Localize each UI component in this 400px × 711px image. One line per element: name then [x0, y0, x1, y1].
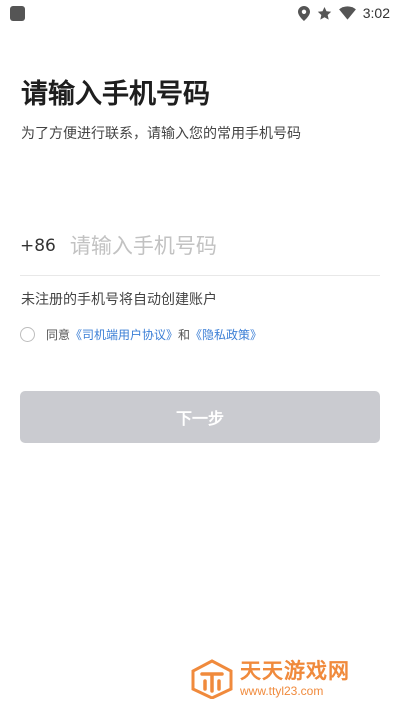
status-time: 3:02: [362, 5, 390, 21]
status-right: 3:02: [297, 5, 390, 21]
status-left: [10, 5, 25, 21]
driver-user-agreement-link[interactable]: 《司机端用户协议》: [70, 326, 178, 343]
status-bar: 3:02: [0, 0, 400, 26]
page-title: 请输入手机号码: [21, 79, 210, 110]
watermark-title: 天天游戏网: [240, 659, 350, 683]
next-step-button[interactable]: 下一步: [20, 391, 380, 443]
watermark-text: 天天游戏网 www.ttyl23.com: [240, 659, 350, 698]
site-watermark: 天天游戏网 www.ttyl23.com: [190, 656, 380, 702]
agreement-conjunction: 和: [178, 327, 191, 342]
watermark-logo-icon: [191, 659, 233, 699]
agreement-checkbox[interactable]: [20, 326, 35, 342]
watermark-url: www.ttyl23.com: [240, 684, 324, 698]
phone-input[interactable]: [69, 234, 350, 258]
agreement-prefix: 同意: [46, 327, 71, 342]
country-code[interactable]: +86: [20, 236, 56, 256]
privacy-policy-link[interactable]: 《隐私政策》: [190, 326, 262, 343]
star-icon: [317, 6, 331, 20]
agreement-row: 同意 《司机端用户协议》 和 《隐私政策》: [20, 325, 262, 343]
page-subtitle: 为了方便进行联系，请输入您的常用手机号码: [21, 126, 301, 142]
location-icon: [297, 5, 310, 21]
phone-input-divider: [20, 275, 380, 276]
phone-input-row: +86: [20, 226, 380, 266]
app-notification-icon: [10, 5, 25, 21]
registration-hint: 未注册的手机号将自动创建账户: [21, 292, 217, 308]
login-screen: 3:02 请输入手机号码 为了方便进行联系，请输入您的常用手机号码 +86 未注…: [0, 0, 400, 711]
wifi-icon: [338, 6, 356, 20]
